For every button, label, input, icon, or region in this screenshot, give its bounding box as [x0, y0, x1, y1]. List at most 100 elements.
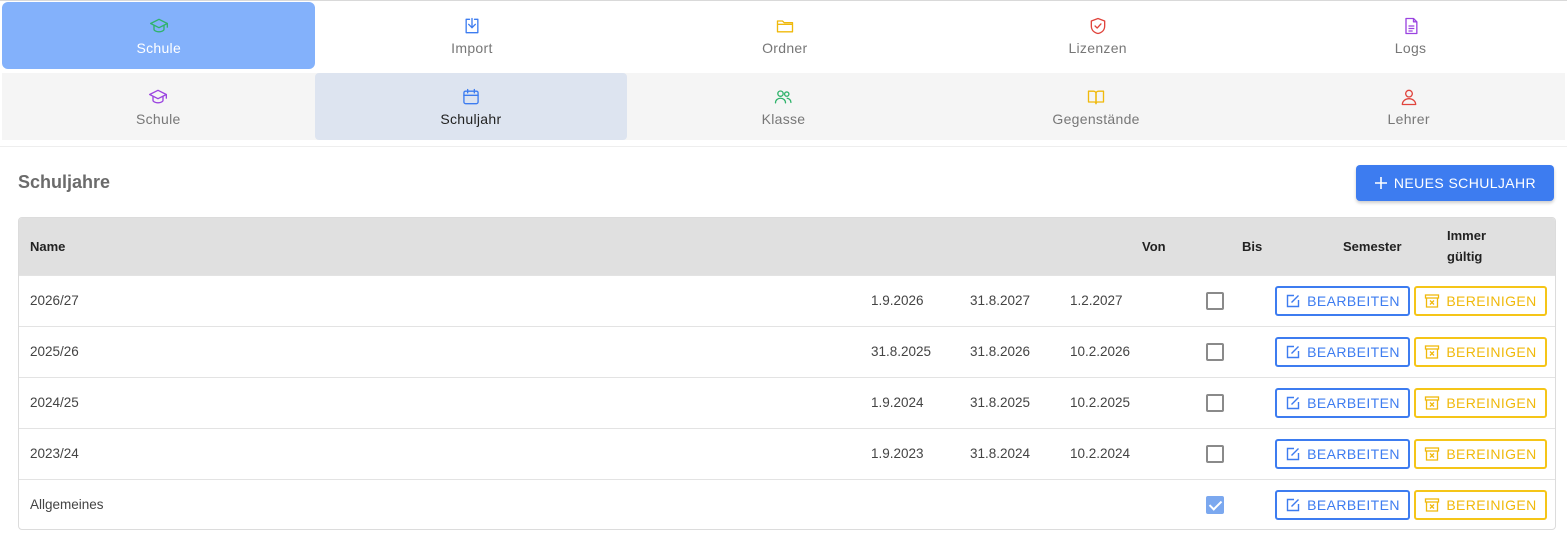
- edit-icon: [1286, 447, 1300, 461]
- clean-label: BEREINIGEN: [1446, 395, 1537, 411]
- sub-nav-label: Klasse: [761, 110, 806, 127]
- cell-bis: 31.8.2025: [970, 395, 1031, 410]
- sub-nav-item-gegenstaende[interactable]: Gegenstände: [940, 73, 1253, 140]
- cell-name: 2023/24: [30, 446, 79, 461]
- clean-label: BEREINIGEN: [1446, 344, 1537, 360]
- edit-label: BEARBEITEN: [1307, 395, 1400, 411]
- sub-nav-item-klasse[interactable]: Klasse: [627, 73, 940, 140]
- main-nav-label: Schule: [136, 39, 182, 56]
- column-header-name: Name: [30, 239, 66, 254]
- sub-nav-item-schule[interactable]: Schule: [2, 73, 315, 140]
- column-header-semester: Semester: [1343, 239, 1402, 254]
- cell-von: 1.9.2023: [871, 446, 924, 461]
- shield-check-icon: [1090, 17, 1106, 35]
- cell-name: Allgemeines: [30, 497, 104, 512]
- edit-icon: [1286, 396, 1300, 410]
- folder-icon: [776, 20, 793, 33]
- immer-gueltig-checkbox[interactable]: [1206, 292, 1224, 310]
- main-nav-item-lizenzen[interactable]: Lizenzen: [941, 1, 1254, 71]
- archive-clear-icon: [1425, 498, 1440, 512]
- column-header-gueltig: gültig: [1447, 249, 1483, 264]
- clean-button[interactable]: BEREINIGEN: [1414, 337, 1547, 367]
- sub-nav: Schule Schuljahr Klasse Gegenstände Lehr…: [2, 73, 1565, 140]
- clean-button[interactable]: BEREINIGEN: [1414, 439, 1547, 469]
- table-row: 2025/26 31.8.2025 31.8.2026 10.2.2026 BE…: [19, 326, 1555, 377]
- cell-name: 2024/25: [30, 395, 79, 410]
- archive-clear-icon: [1425, 294, 1440, 308]
- clean-button[interactable]: BEREINIGEN: [1414, 388, 1547, 418]
- page-title: Schuljahre: [18, 172, 111, 192]
- immer-gueltig-checkbox[interactable]: [1206, 445, 1224, 463]
- main-nav-label: Lizenzen: [1068, 40, 1127, 56]
- edit-button[interactable]: BEARBEITEN: [1275, 439, 1410, 469]
- new-schuljahr-button[interactable]: NEUES SCHULJAHR: [1356, 165, 1554, 201]
- edit-button[interactable]: BEARBEITEN: [1275, 388, 1410, 418]
- cell-bis: 31.8.2026: [970, 344, 1031, 359]
- cell-semester: 10.2.2024: [1070, 446, 1131, 461]
- table-row: 2026/27 1.9.2026 31.8.2027 1.2.2027 BEAR…: [19, 275, 1555, 326]
- main-nav-label: Logs: [1394, 40, 1427, 56]
- calendar-icon: [463, 88, 479, 104]
- column-header-von: Von: [1142, 239, 1166, 254]
- main-nav-label: Ordner: [762, 40, 808, 56]
- main-nav-label: Import: [451, 40, 493, 56]
- immer-gueltig-checkbox[interactable]: [1206, 394, 1224, 412]
- edit-icon: [1286, 294, 1300, 308]
- plus-icon: [1374, 177, 1387, 189]
- table-row: Allgemeines BEARBEITEN BEREINIGEN: [19, 479, 1555, 529]
- edit-icon: [1286, 498, 1300, 512]
- sub-nav-item-schuljahr[interactable]: Schuljahr: [314, 73, 628, 140]
- cell-von: 1.9.2024: [871, 395, 924, 410]
- edit-label: BEARBEITEN: [1307, 293, 1400, 309]
- clean-button[interactable]: BEREINIGEN: [1414, 286, 1547, 316]
- schuljahre-table: Name Von Bis Semester Immer gültig 2026/…: [18, 217, 1556, 530]
- cell-semester: 10.2.2026: [1070, 344, 1131, 359]
- main-nav-item-logs[interactable]: Logs: [1254, 1, 1567, 71]
- column-header-immer: Immer: [1447, 228, 1487, 243]
- book-icon: [1087, 90, 1105, 104]
- sub-nav-label: Schule: [135, 110, 181, 127]
- import-icon: [465, 17, 479, 34]
- immer-gueltig-checkbox[interactable]: [1206, 496, 1224, 514]
- table-row: 2024/25 1.9.2024 31.8.2025 10.2.2025 BEA…: [19, 377, 1555, 428]
- clean-label: BEREINIGEN: [1446, 446, 1537, 462]
- edit-button[interactable]: BEARBEITEN: [1275, 286, 1410, 316]
- cell-bis: 31.8.2024: [970, 446, 1031, 461]
- edit-button[interactable]: BEARBEITEN: [1275, 490, 1410, 520]
- table-header: Name Von Bis Semester Immer gültig: [19, 218, 1555, 275]
- divider: [0, 146, 1567, 147]
- cell-bis: 31.8.2027: [970, 293, 1031, 308]
- cell-semester: 1.2.2027: [1070, 293, 1123, 308]
- graduation-cap-icon: [149, 18, 168, 32]
- main-nav-item-schule[interactable]: Schule: [2, 2, 316, 69]
- table-row: 2023/24 1.9.2023 31.8.2024 10.2.2024 BEA…: [19, 428, 1555, 479]
- archive-clear-icon: [1425, 447, 1440, 461]
- cell-semester: 10.2.2025: [1070, 395, 1131, 410]
- clean-button[interactable]: BEREINIGEN: [1414, 490, 1547, 520]
- sub-nav-label: Lehrer: [1387, 110, 1430, 127]
- edit-icon: [1286, 345, 1300, 359]
- clean-label: BEREINIGEN: [1446, 293, 1537, 309]
- sub-nav-label: Schuljahr: [440, 110, 502, 127]
- edit-button[interactable]: BEARBEITEN: [1275, 337, 1410, 367]
- archive-clear-icon: [1425, 345, 1440, 359]
- clean-label: BEREINIGEN: [1446, 497, 1537, 513]
- immer-gueltig-checkbox[interactable]: [1206, 343, 1224, 361]
- cell-name: 2025/26: [30, 344, 79, 359]
- cell-name: 2026/27: [30, 293, 79, 308]
- column-header-bis: Bis: [1242, 239, 1263, 254]
- cell-von: 31.8.2025: [871, 344, 932, 359]
- graduation-cap-icon: [149, 89, 168, 103]
- sub-nav-item-lehrer[interactable]: Lehrer: [1252, 73, 1565, 140]
- main-nav-item-ordner[interactable]: Ordner: [628, 1, 941, 71]
- cell-von: 1.9.2026: [871, 293, 924, 308]
- archive-clear-icon: [1425, 396, 1440, 410]
- edit-label: BEARBEITEN: [1307, 446, 1400, 462]
- edit-label: BEARBEITEN: [1307, 497, 1400, 513]
- users-icon: [775, 89, 793, 103]
- document-icon: [1404, 17, 1418, 35]
- main-nav-item-import[interactable]: Import: [315, 1, 628, 71]
- user-icon: [1401, 89, 1417, 105]
- sub-nav-label: Gegenstände: [1052, 110, 1140, 127]
- edit-label: BEARBEITEN: [1307, 344, 1400, 360]
